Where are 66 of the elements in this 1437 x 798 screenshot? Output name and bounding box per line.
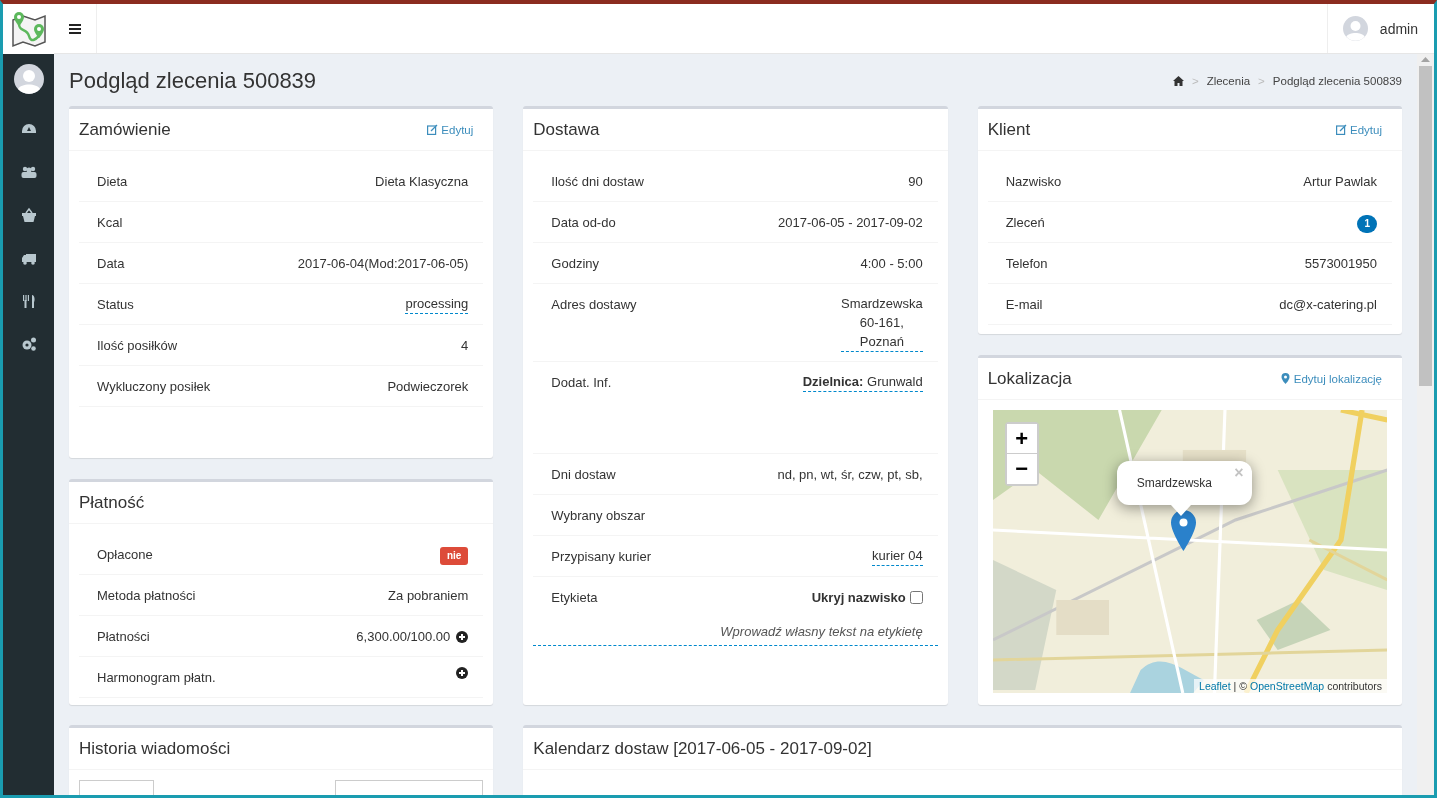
row-label: Adres dostawy: [551, 296, 637, 314]
row-label: Nazwisko: [1005, 173, 1062, 191]
page-title: Podgląd zlecenia 500839: [69, 68, 317, 94]
row-label: E-mail: [1005, 296, 1043, 314]
row-label: Kcal: [97, 214, 123, 232]
row-label: Dni dostaw: [551, 466, 616, 484]
leaflet-link[interactable]: Leaflet: [1199, 680, 1231, 692]
row-label: Metoda płatności: [97, 587, 196, 605]
row-value: Podwieczorek: [387, 378, 469, 396]
row-label: Zleceń: [1005, 214, 1045, 232]
row-label: Telefon: [1005, 255, 1048, 273]
row-label: Dieta: [97, 173, 128, 191]
row-value: 2017-06-05 - 2017-09-02: [778, 214, 923, 232]
row-label: Opłacone: [97, 546, 153, 564]
info-value[interactable]: Dzielnica: Grunwald: [802, 372, 923, 392]
zoom-in-button[interactable]: +: [1006, 424, 1037, 454]
status-badge: 1: [1357, 215, 1377, 233]
checkbox-label: Ukryj nazwisko: [811, 589, 906, 607]
breadcrumb-item[interactable]: Podgląd zlecenia 500839: [1272, 75, 1402, 87]
address-value[interactable]: Smardzewska 60-161, Poznań: [841, 294, 923, 352]
panel-title: Klient: [987, 119, 1031, 140]
row-value: 4: [461, 337, 469, 355]
row-value: 5573001950: [1304, 255, 1377, 273]
row-value: 2017-06-04(Mod:2017-06-05): [297, 255, 469, 273]
breadcrumb-item[interactable]: Zlecenia: [1206, 75, 1251, 87]
breadcrumb-separator: >: [1258, 75, 1265, 87]
attribution-text: | ©: [1233, 680, 1247, 692]
row-label: Data od-do: [551, 214, 616, 232]
row-value: 4:00 - 5:00: [860, 255, 923, 273]
row-label: Etykieta: [551, 589, 598, 607]
status-badge: nie: [439, 547, 469, 565]
edit-link[interactable]: Edytuj: [427, 123, 474, 136]
editable-value[interactable]: kurier 04: [872, 546, 923, 566]
row-label: Wykluczony posiłek: [97, 378, 211, 396]
openstreetmap-link[interactable]: OpenStreetMap: [1250, 680, 1325, 692]
breadcrumb-separator: >: [1191, 75, 1199, 87]
editable-value[interactable]: processing: [405, 294, 469, 314]
panel-title: Płatność: [79, 492, 145, 513]
row-label: Godziny: [551, 255, 600, 273]
row-value: 90: [908, 173, 923, 191]
row-value: 6,300.00/100.00: [356, 628, 451, 646]
row-value: Artur Pawlak: [1303, 173, 1377, 191]
row-label: Harmonogram płatn.: [97, 669, 216, 687]
row-label: Przypisany kurier: [551, 548, 652, 566]
row-label: Ilość dni dostaw: [551, 173, 644, 191]
label-text-field[interactable]: Wprowadź własny tekst na etykietę: [533, 618, 938, 646]
row-label: Dodat. Inf.: [551, 374, 612, 392]
edit-link[interactable]: Edytuj: [1336, 123, 1382, 136]
row-label: Ilość posiłków: [97, 337, 178, 355]
row-value: Za pobraniem: [388, 587, 469, 605]
row-label: Płatności: [97, 628, 150, 646]
user-name[interactable]: admin: [1379, 20, 1418, 37]
row-label: Status: [97, 296, 134, 314]
panel-title: Historia wiadomości: [79, 738, 231, 759]
panel-title: Lokalizacja: [987, 368, 1072, 389]
popup-text: Smardzewska: [1136, 476, 1212, 490]
row-label: Wybrany obszar: [551, 507, 646, 525]
attribution-text: contributors: [1327, 680, 1382, 692]
row-value: Dieta Klasyczna: [375, 173, 469, 191]
panel-title: Dostawa: [533, 119, 600, 140]
row-label: Data: [97, 255, 125, 273]
panel-title: Kalendarz dostaw [2017-06-05 - 2017-09-02]: [533, 738, 872, 759]
row-value: dc@x-catering.pl: [1279, 296, 1377, 314]
edit-link[interactable]: Edytuj lokalizację: [1279, 372, 1382, 385]
panel-title: Zamówienie: [79, 119, 171, 140]
row-value: nd, pn, wt, śr, czw, pt, sb,: [777, 466, 923, 484]
